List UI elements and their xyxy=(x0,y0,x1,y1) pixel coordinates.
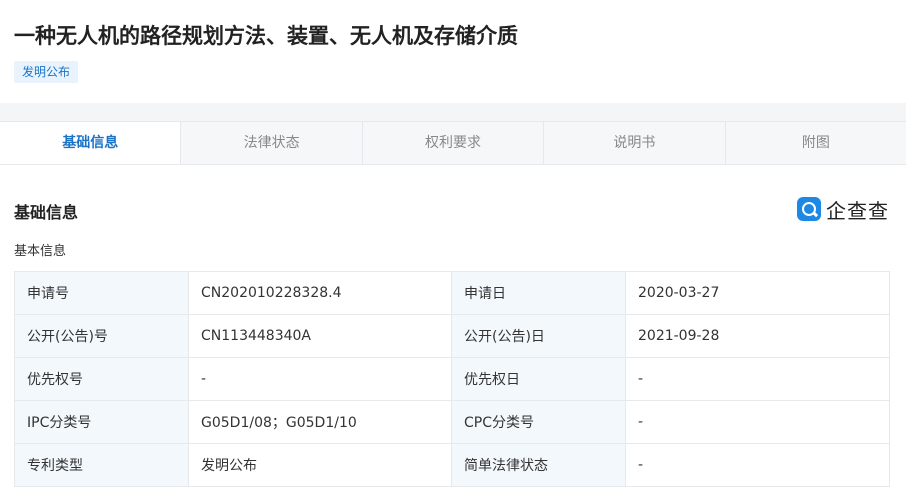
field-label: 简单法律状态 xyxy=(451,443,626,487)
logo-text: 企查查 xyxy=(826,198,889,223)
field-value: - xyxy=(625,443,890,487)
field-value: - xyxy=(625,400,890,444)
section-title: 基础信息 xyxy=(14,203,79,222)
tab-bar: 基础信息 法律状态 权利要求 说明书 附图 xyxy=(0,121,906,165)
field-label: 优先权号 xyxy=(14,357,189,401)
field-label: 公开(公告)日 xyxy=(451,314,626,358)
table-row: 申请号 CN202010228328.4 申请日 2020-03-27 xyxy=(14,271,890,315)
field-label: 申请日 xyxy=(451,271,626,315)
tab-basic-info[interactable]: 基础信息 xyxy=(0,122,181,164)
table-row: 专利类型 发明公布 简单法律状态 - xyxy=(14,443,890,487)
field-label: 专利类型 xyxy=(14,443,189,487)
field-value: 2021-09-28 xyxy=(625,314,890,358)
basic-info-table: 申请号 CN202010228328.4 申请日 2020-03-27 公开(公… xyxy=(14,271,890,487)
field-label: 公开(公告)号 xyxy=(14,314,189,358)
field-value: CN113448340A xyxy=(188,314,452,358)
field-value: 发明公布 xyxy=(188,443,452,487)
field-value: 2020-03-27 xyxy=(625,271,890,315)
page-header: 一种无人机的路径规划方法、装置、无人机及存储介质 发明公布 xyxy=(0,0,906,103)
field-value: - xyxy=(625,357,890,401)
field-label: CPC分类号 xyxy=(451,400,626,444)
search-logo-icon xyxy=(797,197,821,221)
field-label: 优先权日 xyxy=(451,357,626,401)
field-value: G05D1/08；G05D1/10 xyxy=(188,400,452,444)
table-row: 优先权号 - 优先权日 - xyxy=(14,357,890,401)
qichacha-logo: 企查查 xyxy=(797,196,889,223)
tab-claims[interactable]: 权利要求 xyxy=(361,122,543,164)
field-value: CN202010228328.4 xyxy=(188,271,452,315)
field-value: - xyxy=(188,357,452,401)
sub-section-title: 基本信息 xyxy=(14,244,67,259)
tab-drawings[interactable]: 附图 xyxy=(724,122,906,164)
field-label: 申请号 xyxy=(14,271,189,315)
tab-legal-status[interactable]: 法律状态 xyxy=(180,122,361,164)
field-label: IPC分类号 xyxy=(14,400,189,444)
tab-description[interactable]: 说明书 xyxy=(543,122,724,164)
table-row: 公开(公告)号 CN113448340A 公开(公告)日 2021-09-28 xyxy=(14,314,890,358)
table-row: IPC分类号 G05D1/08；G05D1/10 CPC分类号 - xyxy=(14,400,890,444)
section-gap xyxy=(0,103,906,121)
status-badge: 发明公布 xyxy=(14,61,79,83)
page-title: 一种无人机的路径规划方法、装置、无人机及存储介质 xyxy=(14,24,518,48)
